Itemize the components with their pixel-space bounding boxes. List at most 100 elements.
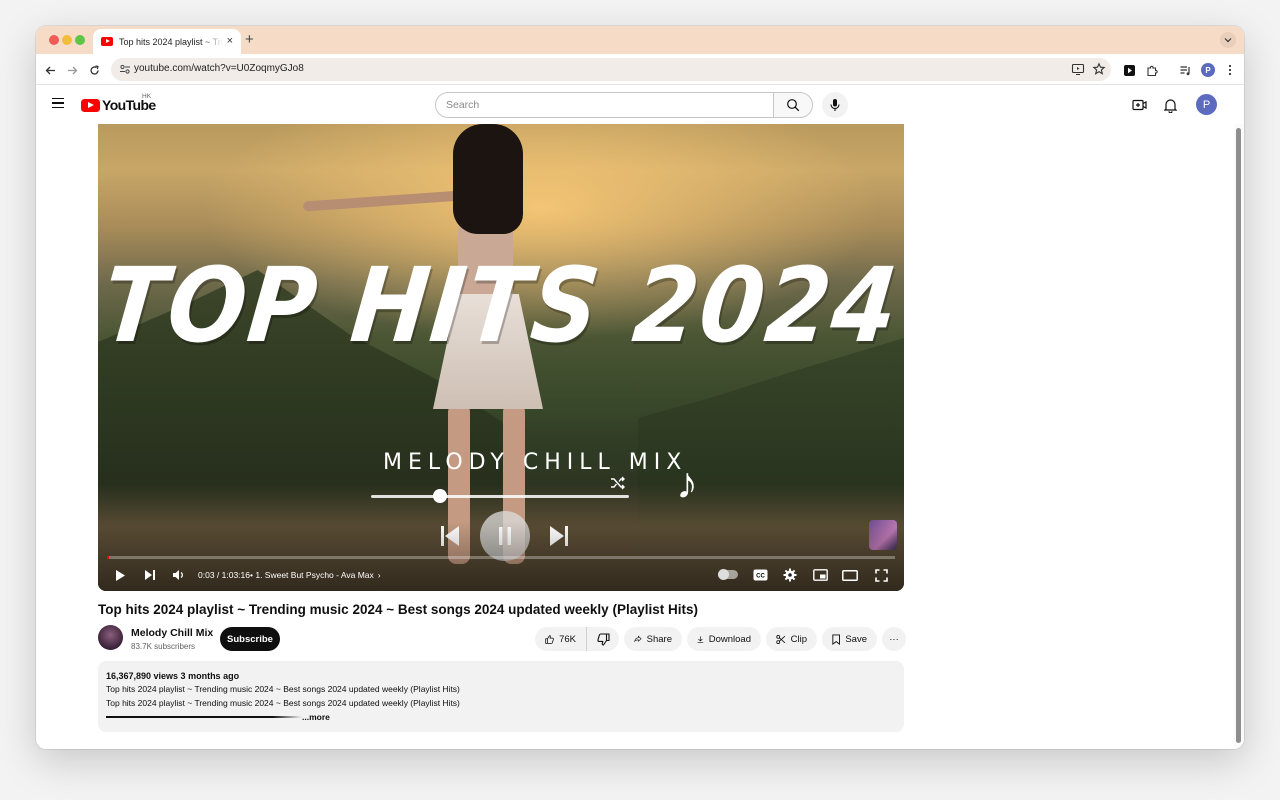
show-more-button[interactable]: ...more — [302, 712, 330, 722]
share-icon — [634, 635, 642, 642]
browser-window: Top hits 2024 playlist ~ Trending × + yo… — [36, 26, 1244, 749]
clip-button[interactable]: Clip — [766, 627, 817, 651]
minimize-window-button[interactable] — [62, 35, 72, 45]
chevron-right-icon: › — [377, 570, 381, 580]
shuffle-icon — [611, 476, 625, 490]
region-code: HK — [142, 93, 152, 100]
save-button[interactable]: Save — [822, 627, 877, 651]
page-scrollbar[interactable] — [1234, 124, 1244, 749]
clip-label: Clip — [790, 633, 807, 645]
maximize-window-button[interactable] — [75, 35, 85, 45]
voice-search-button[interactable] — [822, 92, 848, 118]
youtube-play-logo-icon — [81, 98, 100, 112]
more-vertical-icon — [1228, 64, 1232, 76]
thumbs-down-icon — [596, 632, 610, 646]
art-slider-track — [371, 495, 629, 498]
download-button[interactable]: Download — [687, 627, 761, 651]
youtube-header: YouTube HK Search P — [36, 86, 1244, 124]
scrollbar-thumb[interactable] — [1236, 128, 1241, 743]
tab-close-button[interactable]: × — [227, 36, 233, 47]
gear-icon — [783, 568, 797, 582]
dislike-button[interactable] — [586, 627, 619, 651]
address-bar[interactable]: youtube.com/watch?v=U0ZoqmyGJo8 — [111, 58, 1111, 81]
view-count-and-date: 16,367,890 views 3 months ago — [106, 671, 240, 681]
mute-button[interactable] — [170, 566, 186, 584]
back-button[interactable] — [42, 62, 58, 78]
more-actions-button[interactable]: ··· — [882, 627, 906, 651]
video-title: Top hits 2024 playlist ~ Trending music … — [98, 602, 698, 617]
description-fade — [106, 716, 302, 718]
reload-icon — [89, 64, 99, 75]
share-label: Share — [646, 633, 672, 645]
settings-button[interactable] — [781, 566, 799, 584]
progress-played — [107, 556, 109, 559]
captions-button[interactable]: CC — [751, 566, 769, 584]
save-label: Save — [845, 633, 867, 645]
chevron-down-icon — [1224, 38, 1232, 43]
bookmark-star-icon[interactable] — [1092, 62, 1106, 76]
video-figure — [302, 190, 464, 212]
next-video-button[interactable] — [142, 566, 158, 584]
channel-avatar[interactable] — [98, 625, 123, 650]
svg-text:CC: CC — [756, 574, 765, 580]
channel-name[interactable]: Melody Chill Mix — [131, 627, 213, 639]
microphone-icon — [830, 99, 840, 111]
close-window-button[interactable] — [49, 35, 59, 45]
chapter-title: • 1. Sweet But Psycho - Ava Max — [250, 570, 374, 580]
media-controls-button[interactable] — [1177, 62, 1193, 78]
description-line: Top hits 2024 playlist ~ Trending music … — [106, 684, 460, 694]
account-avatar[interactable]: P — [1196, 94, 1217, 115]
site-settings-icon[interactable] — [119, 63, 131, 75]
fullscreen-button[interactable] — [872, 566, 890, 584]
forward-button[interactable] — [64, 62, 80, 78]
description-box[interactable]: 16,367,890 views 3 months ago Top hits 2… — [98, 661, 904, 732]
reload-button[interactable] — [86, 62, 102, 78]
chapter-button[interactable]: • 1. Sweet But Psycho - Ava Max › — [250, 570, 381, 580]
like-button[interactable]: 76K — [535, 627, 586, 651]
arrow-left-icon — [45, 66, 55, 74]
cast-screen-icon[interactable] — [1071, 62, 1085, 76]
closed-captions-icon: CC — [753, 569, 767, 581]
extensions-button[interactable] — [1144, 62, 1160, 78]
tab-search-button[interactable] — [1220, 32, 1236, 48]
music-note-icon: ♪ — [676, 459, 698, 508]
search-button[interactable] — [773, 92, 813, 118]
time-display: 0:03 / 1:03:16 — [198, 570, 250, 580]
theater-mode-button[interactable] — [841, 566, 859, 584]
video-player[interactable]: TOP HITS 2024 MELODY CHILL MIX ♪ 0:03 / … — [98, 124, 904, 591]
menu-icon[interactable] — [52, 98, 64, 109]
profile-button[interactable]: P — [1200, 62, 1216, 78]
browser-menu-button[interactable] — [1222, 62, 1238, 78]
miniplayer-icon — [812, 569, 828, 581]
search-input[interactable]: Search — [435, 92, 774, 118]
queue-music-icon — [1180, 65, 1190, 75]
progress-bar[interactable] — [107, 556, 895, 559]
more-horizontal-icon: ··· — [889, 633, 899, 645]
notifications-button[interactable] — [1162, 97, 1178, 113]
theater-mode-icon — [842, 569, 858, 581]
bell-icon — [1163, 98, 1177, 113]
play-pause-button[interactable] — [112, 566, 128, 584]
profile-avatar: P — [1201, 63, 1215, 77]
scissors-icon — [776, 634, 786, 644]
subscribe-button[interactable]: Subscribe — [220, 627, 280, 651]
url-text: youtube.com/watch?v=U0ZoqmyGJo8 — [134, 63, 304, 74]
search-placeholder: Search — [446, 99, 480, 111]
new-tab-button[interactable]: + — [245, 32, 254, 47]
download-label: Download — [708, 633, 751, 645]
thumbs-up-icon — [545, 634, 554, 644]
autoplay-toggle[interactable] — [718, 569, 738, 580]
create-button[interactable] — [1131, 97, 1147, 113]
create-video-icon — [1131, 99, 1147, 111]
thumbnail-title-art: TOP HITS 2024 — [98, 245, 904, 366]
share-button[interactable]: Share — [624, 627, 682, 651]
subscriber-count: 83.7K subscribers — [131, 642, 196, 651]
bookmark-icon — [832, 633, 840, 645]
youtube-favicon-icon — [101, 37, 113, 46]
play-extension-icon — [1123, 64, 1135, 76]
puzzle-icon — [1146, 65, 1158, 76]
youtube-extension-button[interactable] — [1121, 62, 1137, 78]
browser-tab-active[interactable]: Top hits 2024 playlist ~ Trending × — [93, 29, 241, 54]
miniplayer-button[interactable] — [811, 566, 829, 584]
like-count: 76K — [559, 633, 576, 645]
